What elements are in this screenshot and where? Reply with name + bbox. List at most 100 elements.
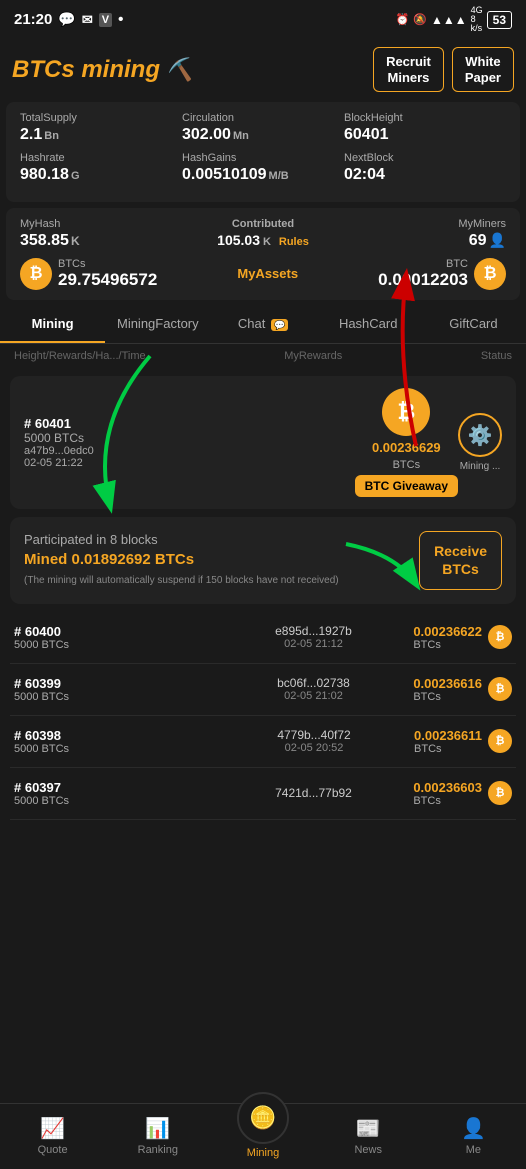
row1-btc-icon: ₿ xyxy=(488,677,512,701)
chat-badge: 💬 xyxy=(271,319,288,331)
giveaway-unit: BTCs xyxy=(393,459,421,471)
row2-mid: 4779b...40f72 02-05 20:52 xyxy=(214,728,414,754)
row3-right: 0.00236603 BTCs ₿ xyxy=(413,780,512,807)
stat-total-supply: TotalSupply 2.1Bn xyxy=(20,112,182,144)
my-miners-label: MyMiners xyxy=(344,218,506,230)
participated-info: Participated in 8 blocks Mined 0.0189269… xyxy=(24,532,419,588)
featured-block-hash: a47b9...0edc0 xyxy=(24,445,355,457)
nav-me-label: Me xyxy=(466,1144,481,1156)
header-buttons: RecruitMiners WhitePaper xyxy=(373,47,514,92)
total-supply-value: 2.1Bn xyxy=(20,126,182,144)
nav-me[interactable]: 👤 Me xyxy=(421,1116,526,1156)
tab-chat[interactable]: Chat 💬 xyxy=(210,306,315,343)
stat-next-block: NextBlock 02:04 xyxy=(344,152,506,184)
signal-icon: ▲▲▲ xyxy=(431,13,467,27)
mining-content: # 60401 5000 BTCs a47b9...0edc0 02-05 21… xyxy=(0,376,526,899)
my-miners-value: 69👤 xyxy=(344,232,506,250)
row1-right: 0.00236616 BTCs ₿ xyxy=(413,676,512,703)
giveaway-btc-icon: ₿ xyxy=(382,388,430,436)
btc-assets-row: ₿ BTCs 29.75496572 MyAssets BTC 0.000122… xyxy=(20,258,506,290)
row1-unit: BTCs xyxy=(413,691,482,703)
circulation-value: 302.00Mn xyxy=(182,126,344,144)
btc-value: 0.00012203 xyxy=(378,270,468,290)
btc-giveaway-button[interactable]: BTC Giveaway xyxy=(355,475,458,497)
row1-hash: bc06f...02738 xyxy=(214,676,414,690)
tab-gift-card[interactable]: GiftCard xyxy=(421,306,526,343)
my-miners-stat: MyMiners 69👤 xyxy=(344,218,506,250)
circulation-label: Circulation xyxy=(182,112,344,124)
nav-mining-label: Mining xyxy=(247,1147,279,1159)
btc-info: BTC 0.00012203 xyxy=(378,258,468,290)
ranking-icon: 📊 xyxy=(145,1116,170,1141)
stat-block-height: BlockHeight 60401 xyxy=(344,112,506,144)
block-height-label: BlockHeight xyxy=(344,112,506,124)
my-hash-value: 358.85K xyxy=(20,232,182,250)
row0-hash: e895d...1927b xyxy=(214,624,414,638)
row0-time: 02-05 21:12 xyxy=(214,638,414,650)
status-time: 21:20 💬 ✉ V • xyxy=(14,11,123,28)
tab-hash-card-label: HashCard xyxy=(339,316,398,331)
btcs-asset: ₿ BTCs 29.75496572 xyxy=(20,258,157,290)
recruit-miners-button[interactable]: RecruitMiners xyxy=(373,47,444,92)
row0-right: 0.00236622 BTCs ₿ xyxy=(413,624,512,651)
dot-icon: • xyxy=(118,11,123,28)
tab-mining-label: Mining xyxy=(32,316,74,331)
nav-quote[interactable]: 📈 Quote xyxy=(0,1116,105,1156)
total-supply-label: TotalSupply xyxy=(20,112,182,124)
receive-btcs-button[interactable]: ReceiveBTCs xyxy=(419,531,502,589)
row3-mid: 7421d...77b92 xyxy=(214,786,414,800)
vpn-icon: V xyxy=(99,13,112,27)
participated-mined: Mined 0.01892692 BTCs xyxy=(24,551,419,568)
app-header: BTCs mining ⛏️ RecruitMiners WhitePaper xyxy=(0,39,526,102)
nav-ranking[interactable]: 📊 Ranking xyxy=(105,1116,210,1156)
mining-row-2: # 60398 5000 BTCs 4779b...40f72 02-05 20… xyxy=(10,716,516,768)
tab-mining[interactable]: Mining xyxy=(0,306,105,343)
row2-amount-info: 0.00236611 BTCs xyxy=(414,728,482,755)
btcs-label: BTCs xyxy=(58,258,157,270)
status-icons: ⏰ 🔕 ▲▲▲ 4G8k/s 53 xyxy=(396,6,512,33)
mining-row-3: # 60397 5000 BTCs 7421d...77b92 0.002366… xyxy=(10,768,516,820)
logo-text: BTCs mining xyxy=(12,56,160,84)
mining-coin-icon: 🪙 xyxy=(249,1105,276,1131)
mining-row-0: # 60400 5000 BTCs e895d...1927b 02-05 21… xyxy=(10,612,516,664)
contributed-label: Contributed xyxy=(182,218,344,230)
row1-num: # 60399 xyxy=(14,676,214,691)
time-display: 21:20 xyxy=(14,11,52,28)
row2-btc-icon: ₿ xyxy=(488,729,512,753)
tab-hash-card[interactable]: HashCard xyxy=(316,306,421,343)
mining-status-section: ⚙️ Mining ... xyxy=(458,413,502,472)
row0-amount-info: 0.00236622 BTCs xyxy=(413,624,482,651)
table-header: Height/Rewards/Ha.../Time MyRewards Stat… xyxy=(0,344,526,368)
white-paper-button[interactable]: WhitePaper xyxy=(452,47,514,92)
featured-block-num: # 60401 xyxy=(24,416,355,431)
tab-mining-factory[interactable]: MiningFactory xyxy=(105,306,210,343)
row1-mid: bc06f...02738 02-05 21:02 xyxy=(214,676,414,702)
table-col2-header: MyRewards xyxy=(284,350,342,362)
assets-row: MyHash 358.85K Contributed 105.03 K Rule… xyxy=(20,218,506,250)
row1-amount: 0.00236616 xyxy=(413,676,482,691)
btcs-value: 29.75496572 xyxy=(58,270,157,290)
rules-link[interactable]: Rules xyxy=(279,236,309,248)
my-hash-label: MyHash xyxy=(20,218,182,230)
nav-news[interactable]: 📰 News xyxy=(316,1116,421,1156)
row0-amount: 0.00236622 xyxy=(413,624,482,639)
nav-news-label: News xyxy=(354,1144,382,1156)
row2-num: # 60398 xyxy=(14,728,214,743)
btc-icon: ₿ xyxy=(474,258,506,290)
giveaway-amount: 0.00236629 xyxy=(372,440,441,455)
nav-quote-label: Quote xyxy=(38,1144,68,1156)
me-icon: 👤 xyxy=(461,1116,486,1141)
nav-mining[interactable]: 🪙 Mining xyxy=(210,1112,315,1159)
row1-left: # 60399 5000 BTCs xyxy=(14,676,214,703)
mining-nav-icon: 🪙 xyxy=(237,1092,289,1144)
row1-time: 02-05 21:02 xyxy=(214,690,414,702)
row3-amount: 0.00236603 xyxy=(413,780,482,795)
mining-row-1: # 60399 5000 BTCs bc06f...02738 02-05 21… xyxy=(10,664,516,716)
row3-left: # 60397 5000 BTCs xyxy=(14,780,214,807)
tab-chat-label: Chat xyxy=(238,316,265,331)
table-col1-header: Height/Rewards/Ha.../Time xyxy=(14,350,146,362)
row2-btcs: 5000 BTCs xyxy=(14,743,214,755)
row2-unit: BTCs xyxy=(414,743,482,755)
app-logo: BTCs mining ⛏️ xyxy=(12,56,193,84)
giveaway-section: ₿ 0.00236629 BTCs BTC Giveaway xyxy=(355,388,458,497)
